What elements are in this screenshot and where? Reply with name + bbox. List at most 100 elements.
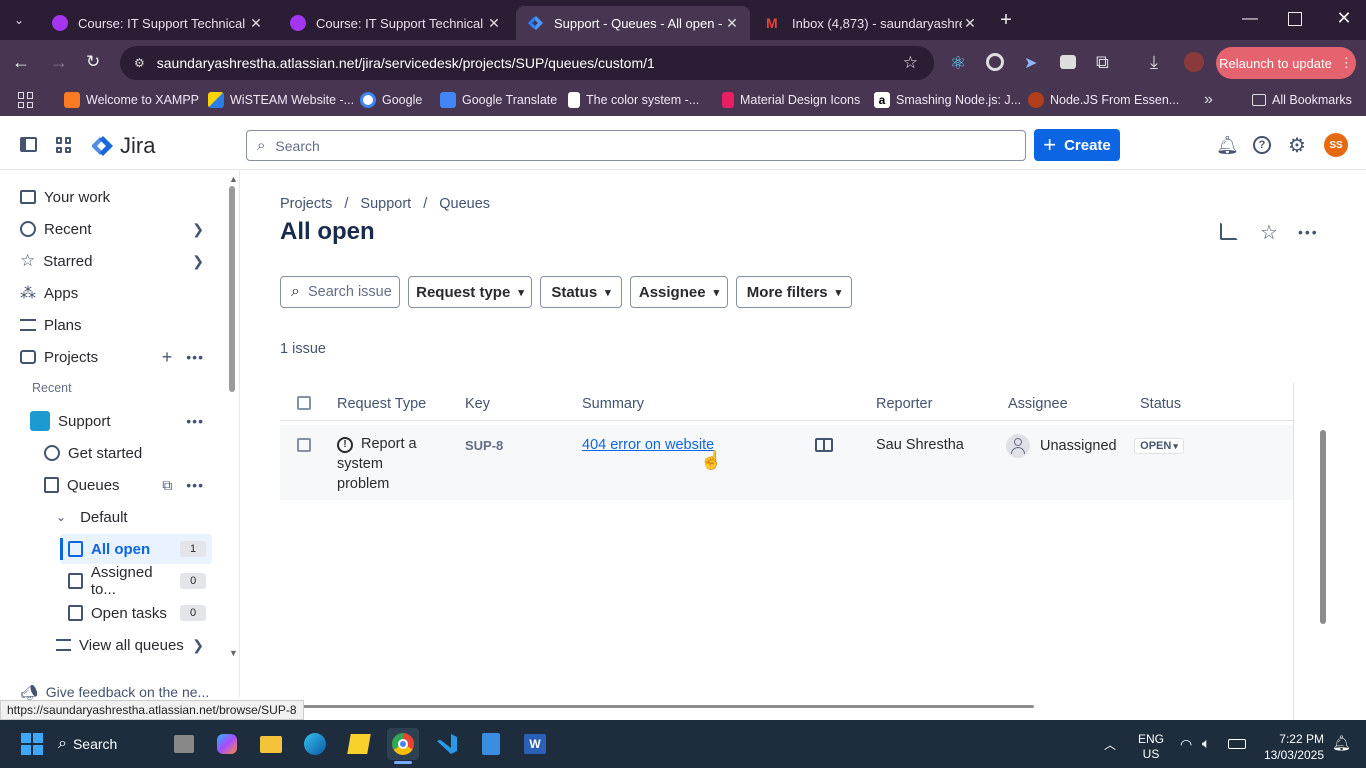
close-icon[interactable]: ✕	[724, 15, 740, 32]
sidebar-item-get-started[interactable]: Get started	[44, 439, 142, 467]
browser-tab-active[interactable]: Support - Queues - All open - S ✕	[516, 6, 750, 40]
close-icon[interactable]: ✕	[962, 15, 978, 32]
chrome-icon[interactable]	[387, 728, 419, 760]
sidebar-item-recent[interactable]: Recent ❯	[20, 215, 204, 243]
column-header-summary[interactable]: Summary	[582, 396, 644, 412]
jira-logo[interactable]: Jira	[92, 133, 155, 159]
breadcrumb-projects[interactable]: Projects	[280, 196, 332, 212]
chevron-right-icon[interactable]: ❯	[192, 253, 204, 270]
sidebar-item-projects[interactable]: Projects + •••	[20, 343, 204, 371]
taskbar-search[interactable]: ⌕ Search	[58, 731, 117, 757]
copilot-icon[interactable]	[211, 728, 243, 760]
notepad-icon[interactable]	[475, 728, 507, 760]
page-scrollbar[interactable]	[1320, 430, 1326, 624]
minimize-button[interactable]: —	[1240, 10, 1260, 30]
search-issues-input[interactable]: ⌕ Search issues	[280, 276, 400, 308]
issue-summary-link[interactable]: 404 error on website	[582, 437, 714, 453]
bookmark-item[interactable]: Node.JS From Essen...	[1028, 86, 1179, 114]
all-bookmarks-button[interactable]: All Bookmarks	[1252, 86, 1352, 114]
filter-assignee[interactable]: Assignee ▾	[630, 276, 728, 308]
sidebar-item-plans[interactable]: Plans	[20, 311, 82, 339]
column-header-assignee[interactable]: Assignee	[1008, 396, 1068, 412]
sidebar-item-all-open[interactable]: All open 1	[68, 535, 206, 563]
file-explorer-icon[interactable]	[255, 728, 287, 760]
open-external-icon[interactable]: ⧉	[162, 477, 172, 494]
browser-tab[interactable]: M Inbox (4,873) - saundaryashrest ✕	[754, 6, 988, 40]
browser-tab[interactable]: Course: IT Support Technical Sk ✕	[278, 6, 512, 40]
filter-status[interactable]: Status ▾	[540, 276, 622, 308]
global-search-input[interactable]: ⌕ Search	[246, 130, 1026, 161]
star-icon[interactable]: ☆	[1260, 220, 1278, 245]
extension-icon[interactable]	[986, 53, 1004, 71]
notifications-bell-icon[interactable]: 🔔︎	[1216, 135, 1239, 156]
bookmark-item[interactable]: The color system -...	[568, 86, 699, 114]
column-header-key[interactable]: Key	[465, 396, 490, 412]
table-row[interactable]	[280, 425, 1293, 500]
filter-more-filters[interactable]: More filters ▾	[736, 276, 852, 308]
notifications-bell-icon[interactable]: 🔔︎	[1332, 734, 1351, 752]
sidebar-scrollbar[interactable]: ▲ ▼	[227, 174, 238, 660]
table-horizontal-scrollbar[interactable]	[286, 705, 1034, 708]
sticky-notes-icon[interactable]	[343, 728, 375, 760]
more-bookmarks-icon[interactable]: »	[1204, 91, 1213, 109]
cursor-extension-icon[interactable]: ➤	[1024, 53, 1037, 73]
create-button[interactable]: + Create	[1034, 129, 1120, 161]
maximize-button[interactable]	[1288, 12, 1302, 26]
settings-gear-icon[interactable]: ⚙	[1288, 133, 1306, 158]
bookmark-item[interactable]: Welcome to XAMPP	[64, 86, 199, 114]
column-header-status[interactable]: Status	[1140, 396, 1181, 412]
apps-grid-icon[interactable]	[18, 92, 34, 108]
clock[interactable]: 7:22 PM 13/03/2025	[1262, 731, 1324, 763]
close-icon[interactable]: ✕	[486, 15, 502, 32]
wifi-icon[interactable]: ◠	[1180, 736, 1192, 753]
more-actions-icon[interactable]: •••	[1298, 224, 1319, 240]
more-horizontal-icon[interactable]: •••	[186, 477, 204, 493]
close-icon[interactable]: ✕	[248, 15, 264, 32]
status-dropdown[interactable]: OPEN ▾	[1134, 438, 1184, 454]
bookmark-item[interactable]: WiSTEAM Website -...	[208, 86, 354, 114]
back-icon[interactable]: ←	[12, 52, 30, 73]
help-icon[interactable]: ?	[1253, 136, 1271, 154]
share-external-icon[interactable]	[1220, 222, 1238, 240]
more-horizontal-icon[interactable]: •••	[186, 413, 204, 429]
bookmark-star-icon[interactable]: ☆	[903, 53, 918, 73]
sidebar-item-queues[interactable]: Queues ⧉ •••	[44, 471, 204, 499]
breadcrumb-support[interactable]: Support	[360, 196, 411, 212]
sidebar-item-assigned-to[interactable]: Assigned to... 0	[68, 564, 206, 598]
show-hidden-icons-chevron-icon[interactable]: ︿	[1104, 736, 1116, 753]
word-icon[interactable]: W	[519, 728, 551, 760]
chevron-right-icon[interactable]: ❯	[192, 221, 204, 238]
tab-search-button[interactable]: ⌄	[8, 10, 30, 30]
extensions-puzzle-icon[interactable]: ⧉	[1096, 52, 1109, 73]
column-header-reporter[interactable]: Reporter	[876, 396, 932, 412]
select-all-checkbox[interactable]	[297, 396, 311, 410]
window-close-button[interactable]: ✕	[1334, 8, 1354, 28]
browser-tab[interactable]: Course: IT Support Technical Sk ✕	[40, 6, 274, 40]
sidebar-group-default[interactable]: ⌄ Default	[56, 503, 128, 531]
vscode-icon[interactable]	[431, 728, 463, 760]
camera-extension-icon[interactable]	[1060, 55, 1076, 69]
reload-icon[interactable]: ↻	[86, 52, 100, 72]
sidebar-item-apps[interactable]: ⁂ Apps	[20, 279, 78, 307]
sidebar-item-open-tasks[interactable]: Open tasks 0	[68, 599, 206, 627]
issue-key[interactable]: SUP-8	[465, 438, 503, 453]
react-devtools-icon[interactable]: ⚛	[950, 53, 966, 74]
column-header-request-type[interactable]: Request Type	[337, 396, 426, 412]
forward-icon[interactable]: →	[50, 52, 68, 73]
row-checkbox[interactable]	[297, 438, 311, 452]
sidebar-toggle-icon[interactable]	[20, 137, 37, 152]
sidebar-item-project-support[interactable]: Support •••	[30, 407, 204, 435]
breadcrumb-queues[interactable]: Queues	[439, 196, 490, 212]
open-detail-panel-icon[interactable]	[815, 438, 833, 452]
edge-icon[interactable]	[299, 728, 331, 760]
more-horizontal-icon[interactable]: •••	[186, 349, 204, 365]
bookmark-item[interactable]: Material Design Icons	[722, 86, 860, 114]
relaunch-button[interactable]: Relaunch to update ⋮	[1216, 47, 1356, 79]
task-view-icon[interactable]	[168, 728, 200, 760]
sidebar-item-your-work[interactable]: Your work	[20, 183, 110, 211]
windows-start-icon[interactable]	[16, 728, 48, 760]
user-avatar[interactable]: SS	[1324, 133, 1348, 157]
add-project-icon[interactable]: +	[162, 347, 173, 368]
assignee-cell[interactable]: Unassigned	[1040, 438, 1117, 454]
bookmark-item[interactable]: Google	[360, 86, 422, 114]
